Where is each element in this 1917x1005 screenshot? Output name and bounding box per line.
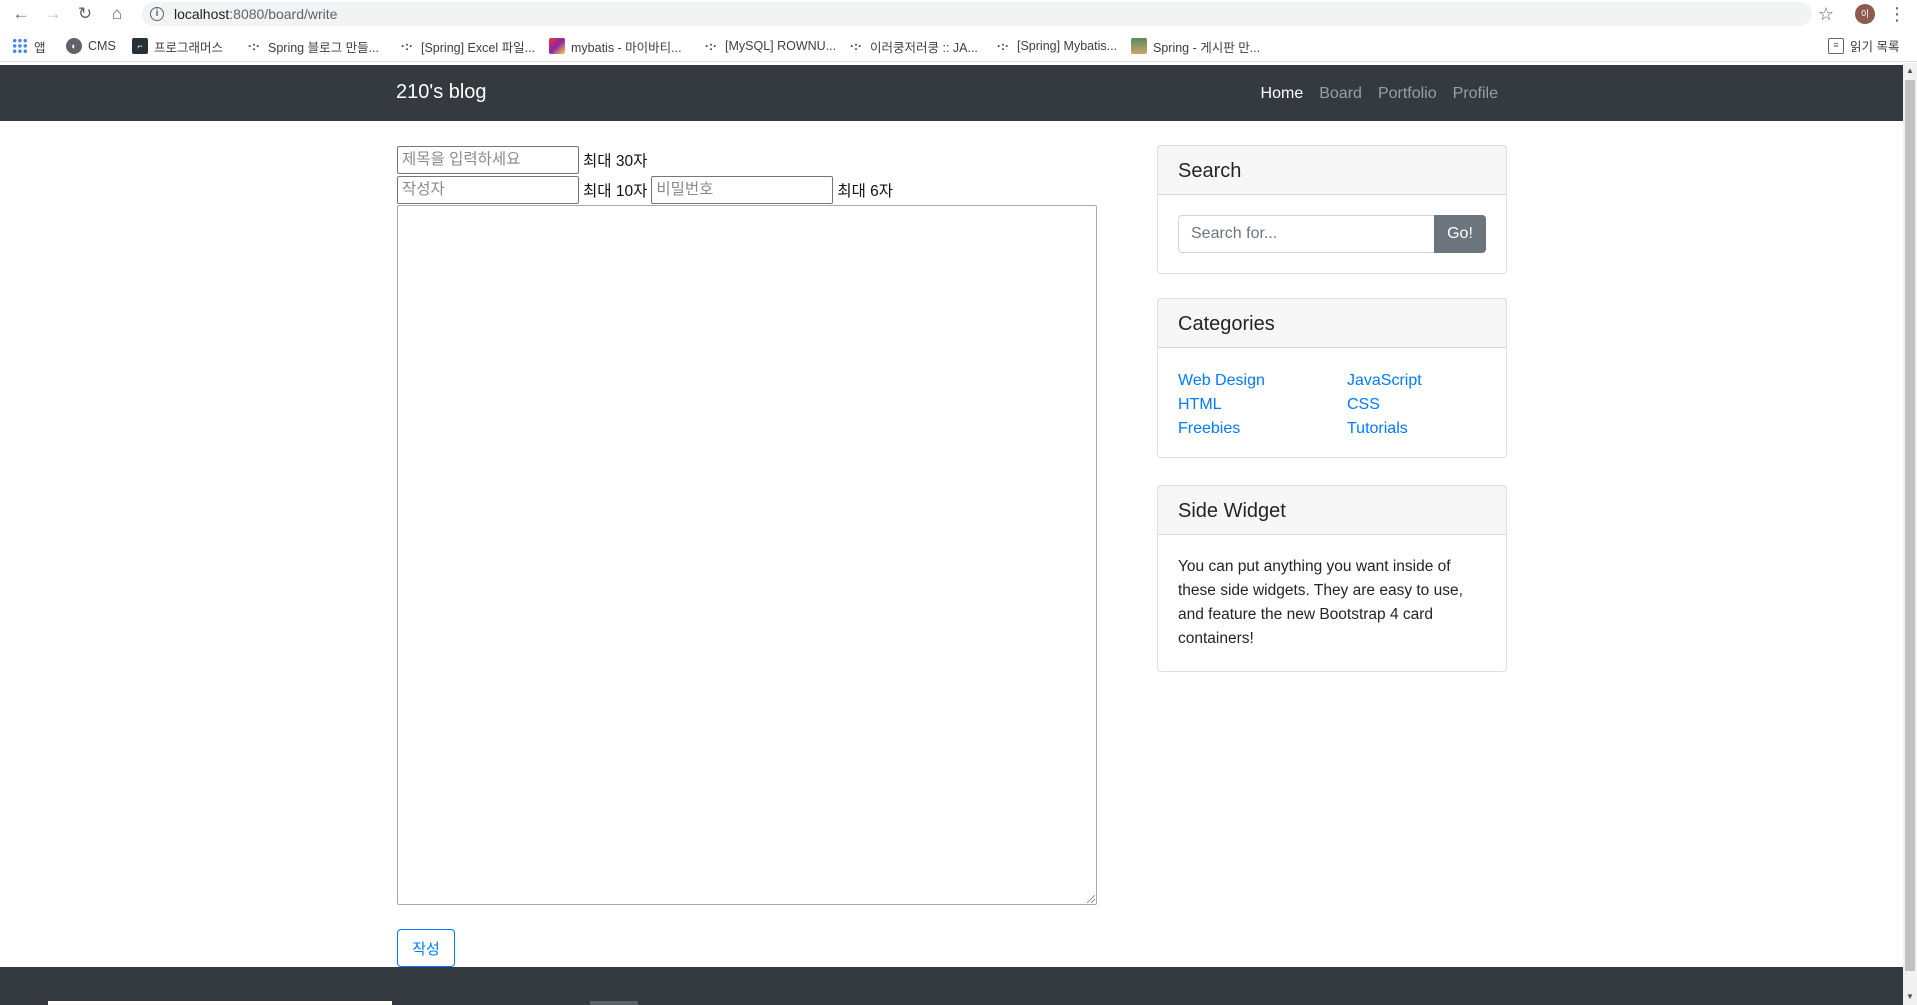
programmers-icon: ⌐ <box>132 38 148 54</box>
title-hint: 최대 30자 <box>583 153 648 170</box>
category-html[interactable]: HTML <box>1178 394 1347 415</box>
cms-icon: ◐ <box>66 38 82 54</box>
bookmark-spring-board[interactable]: Spring - 게시판 만... <box>1131 36 1260 56</box>
site-brand[interactable]: 210's blog <box>396 81 487 104</box>
search-card: Search Go! <box>1157 145 1507 274</box>
browser-toolbar: ← → ↻ ⌂ i localhost:8080/board/write ☆ 이… <box>0 0 1917 28</box>
scroll-down-icon[interactable]: ▼ <box>1903 989 1917 1005</box>
category-tutorials[interactable]: Tutorials <box>1347 418 1516 439</box>
site-navbar: 210's blog Home Board Portfolio Profile <box>0 65 1903 121</box>
info-icon[interactable]: i <box>150 7 164 21</box>
back-icon[interactable]: ← <box>9 2 33 26</box>
password-hint: 최대 6자 <box>837 183 894 200</box>
category-javascript[interactable]: JavaScript <box>1347 370 1516 391</box>
velog-icon: ·:· <box>705 39 717 53</box>
profile-avatar[interactable]: 이 <box>1855 4 1875 24</box>
categories-card: Categories Web Design JavaScript HTML CS… <box>1157 298 1507 458</box>
velog-icon: ·:· <box>401 39 413 53</box>
writer-hint: 최대 10자 <box>583 183 648 200</box>
category-freebies[interactable]: Freebies <box>1178 418 1347 439</box>
nav-link-portfolio[interactable]: Portfolio <box>1378 85 1437 103</box>
velog-icon: ·:· <box>850 39 862 53</box>
category-css[interactable]: CSS <box>1347 394 1516 415</box>
bookmark-mybatis[interactable]: mybatis - 마이바티... <box>549 36 682 56</box>
categories-card-title: Categories <box>1158 299 1506 348</box>
bookmark-cms[interactable]: ◐ CMS <box>66 36 116 56</box>
page-viewport: 210's blog Home Board Portfolio Profile … <box>0 63 1903 1005</box>
page-scrollbar[interactable]: ▲ ▼ <box>1903 63 1917 1005</box>
title-row: 최대 30자 <box>397 146 651 174</box>
scroll-up-icon[interactable]: ▲ <box>1903 63 1917 79</box>
footer-divider <box>48 1001 392 1005</box>
search-group: Go! <box>1178 215 1486 253</box>
bookmark-mysql-rownum[interactable]: ·:· [MySQL] ROWNU... <box>703 36 836 56</box>
content-textarea[interactable] <box>397 205 1097 905</box>
forward-icon[interactable]: → <box>41 2 65 26</box>
address-bar[interactable]: i localhost:8080/board/write <box>142 2 1812 26</box>
nav-link-home[interactable]: Home <box>1261 85 1304 103</box>
search-card-title: Search <box>1158 146 1506 195</box>
velog-icon: ·:· <box>997 39 1009 53</box>
category-web-design[interactable]: Web Design <box>1178 370 1347 391</box>
footer-mark <box>590 1001 638 1005</box>
reading-list[interactable]: ≡ 읽기 목록 <box>1828 36 1899 55</box>
bookmark-apps[interactable]: 앱 <box>12 36 46 56</box>
bookmark-star-icon[interactable]: ☆ <box>1814 2 1838 26</box>
side-widget-title: Side Widget <box>1158 486 1506 535</box>
password-input[interactable] <box>651 176 834 204</box>
nav-links: Home Board Portfolio Profile <box>1261 85 1498 103</box>
scroll-thumb[interactable] <box>1905 80 1915 971</box>
category-list: Web Design JavaScript HTML CSS Freebies … <box>1178 370 1486 439</box>
mybatis-icon <box>549 38 565 54</box>
bookmark-spring-blog[interactable]: ·:· Spring 블로그 만들... <box>246 36 379 56</box>
nav-link-board[interactable]: Board <box>1319 85 1362 103</box>
nav-link-profile[interactable]: Profile <box>1453 85 1498 103</box>
velog-icon: ·:· <box>248 39 260 53</box>
home-icon[interactable]: ⌂ <box>105 2 129 26</box>
search-go-button[interactable]: Go! <box>1434 215 1486 253</box>
writer-input[interactable] <box>397 176 579 204</box>
image-icon <box>1131 38 1147 54</box>
bookmark-java[interactable]: ·:· 이러쿵저러쿵 :: JA... <box>848 36 978 56</box>
bookmark-spring-excel[interactable]: ·:· [Spring] Excel 파일... <box>399 36 535 56</box>
side-widget-card: Side Widget You can put anything you wan… <box>1157 485 1507 672</box>
apps-icon <box>12 38 28 54</box>
side-widget-text: You can put anything you want inside of … <box>1178 558 1463 647</box>
url-text[interactable]: localhost:8080/board/write <box>174 6 337 22</box>
bookmarks-bar: 앱 ◐ CMS ⌐ 프로그래머스 ·:· Spring 블로그 만들... ·:… <box>0 30 1917 62</box>
reading-list-icon: ≡ <box>1828 37 1844 54</box>
title-input[interactable] <box>397 146 579 174</box>
bookmark-spring-mybatis[interactable]: ·:· [Spring] Mybatis... <box>995 36 1117 56</box>
search-input[interactable] <box>1178 215 1434 253</box>
browser-menu-icon[interactable]: ⋮ <box>1888 2 1906 26</box>
bookmark-programmers[interactable]: ⌐ 프로그래머스 <box>132 36 223 56</box>
reload-icon[interactable]: ↻ <box>73 2 97 26</box>
submit-button[interactable]: 작성 <box>397 929 455 967</box>
resize-handle-icon[interactable] <box>1087 895 1095 903</box>
writer-row: 최대 10자 최대 6자 <box>397 176 897 204</box>
site-footer <box>0 967 1903 1005</box>
